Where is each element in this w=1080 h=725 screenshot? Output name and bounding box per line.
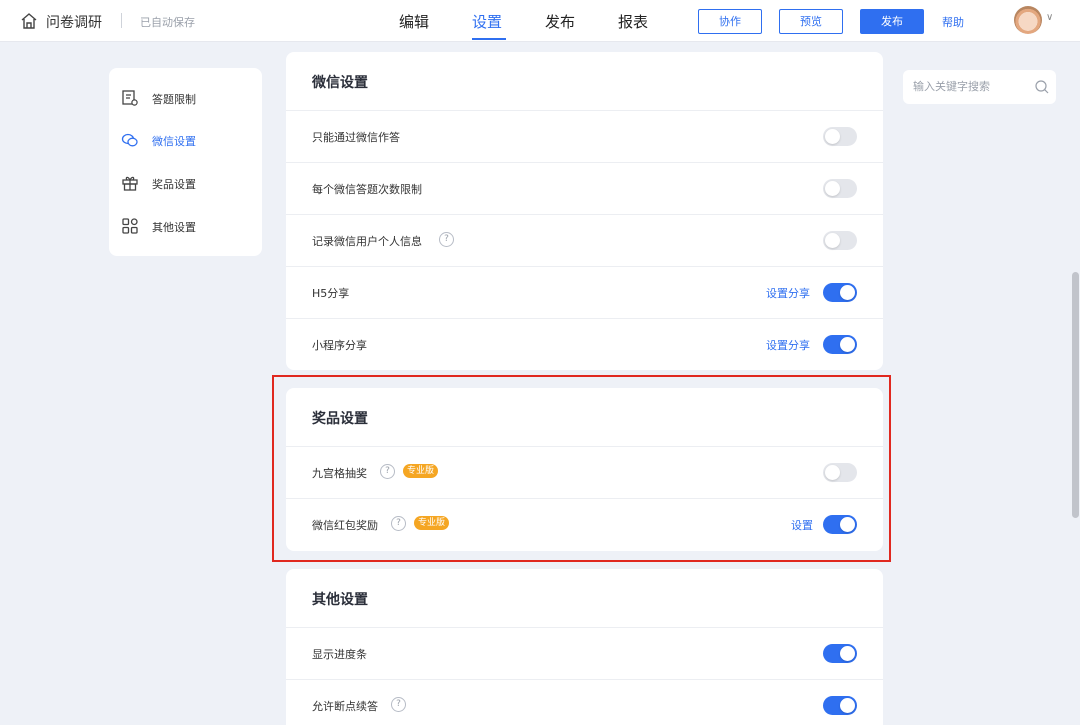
help-icon[interactable]: ? bbox=[391, 516, 406, 531]
miniprogram-share-toggle[interactable] bbox=[823, 335, 857, 354]
list-item: 小程序分享 设置分享 bbox=[286, 318, 883, 370]
search-icon[interactable] bbox=[1035, 80, 1049, 94]
document-settings-icon bbox=[122, 90, 138, 106]
list-item: 显示进度条 bbox=[286, 627, 883, 679]
header-divider bbox=[121, 13, 122, 28]
red-packet-toggle[interactable] bbox=[823, 515, 857, 534]
preview-button[interactable]: 预览 bbox=[779, 9, 843, 34]
sidebar-item-label: 微信设置 bbox=[152, 135, 196, 148]
list-item: 九宫格抽奖 ? 专业版 bbox=[286, 446, 883, 498]
wechat-only-toggle[interactable] bbox=[823, 127, 857, 146]
prize-settings-card: 奖品设置 九宫格抽奖 ? 专业版 微信红包奖励 ? 专业版 设置 bbox=[286, 388, 883, 551]
sidebar-item-prize[interactable]: 奖品设置 bbox=[109, 168, 262, 198]
collaborate-button[interactable]: 协作 bbox=[698, 9, 762, 34]
tab-report[interactable]: 报表 bbox=[618, 11, 648, 32]
h5-share-toggle[interactable] bbox=[823, 283, 857, 302]
app-title: 问卷调研 bbox=[46, 15, 102, 31]
search-input[interactable] bbox=[913, 78, 1023, 96]
section-title: 其他设置 bbox=[312, 592, 368, 608]
resume-answer-toggle[interactable] bbox=[823, 696, 857, 715]
setting-label: H5分享 bbox=[312, 287, 350, 300]
settings-sidebar: 答题限制 微信设置 奖品设置 其他设置 bbox=[109, 68, 262, 256]
sidebar-item-label: 其他设置 bbox=[152, 221, 196, 234]
setting-label: 显示进度条 bbox=[312, 648, 367, 661]
setting-label: 小程序分享 bbox=[312, 339, 367, 352]
progress-bar-toggle[interactable] bbox=[823, 644, 857, 663]
list-item: 记录微信用户个人信息 ? bbox=[286, 214, 883, 266]
setting-label: 记录微信用户个人信息 bbox=[312, 235, 422, 248]
sidebar-item-wechat[interactable]: 微信设置 bbox=[109, 125, 262, 155]
pro-badge: 专业版 bbox=[414, 516, 450, 530]
scrollbar-thumb[interactable] bbox=[1072, 272, 1079, 518]
active-tab-underline bbox=[472, 38, 506, 40]
gift-icon bbox=[122, 176, 138, 191]
help-link[interactable]: 帮助 bbox=[942, 14, 964, 30]
setting-label: 九宫格抽奖 bbox=[312, 467, 367, 480]
h5-share-settings-link[interactable]: 设置分享 bbox=[766, 285, 810, 301]
tab-edit[interactable]: 编辑 bbox=[399, 11, 429, 32]
list-item: H5分享 设置分享 bbox=[286, 266, 883, 318]
setting-label: 微信红包奖励 bbox=[312, 519, 378, 532]
help-icon[interactable]: ? bbox=[380, 464, 395, 479]
miniprogram-share-settings-link[interactable]: 设置分享 bbox=[766, 337, 810, 353]
settings-search bbox=[903, 70, 1056, 104]
tab-settings[interactable]: 设置 bbox=[472, 11, 502, 32]
publish-button[interactable]: 发布 bbox=[860, 9, 924, 34]
wechat-icon bbox=[121, 133, 138, 147]
grid-icon bbox=[122, 218, 138, 234]
wechat-answer-limit-toggle[interactable] bbox=[823, 179, 857, 198]
help-icon[interactable]: ? bbox=[391, 697, 406, 712]
setting-label: 每个微信答题次数限制 bbox=[312, 183, 422, 196]
autosave-status: 已自动保存 bbox=[140, 16, 195, 29]
section-title: 奖品设置 bbox=[312, 411, 368, 427]
record-user-info-toggle[interactable] bbox=[823, 231, 857, 250]
home-icon[interactable] bbox=[20, 12, 38, 30]
section-title: 微信设置 bbox=[312, 75, 368, 91]
pro-badge: 专业版 bbox=[403, 464, 439, 478]
red-packet-settings-link[interactable]: 设置 bbox=[791, 517, 813, 533]
chevron-down-icon[interactable]: ∨ bbox=[1046, 12, 1053, 23]
other-settings-card: 其他设置 显示进度条 允许断点续答 ? bbox=[286, 569, 883, 725]
setting-label: 允许断点续答 bbox=[312, 700, 378, 713]
list-item: 每个微信答题次数限制 bbox=[286, 162, 883, 214]
lottery-grid-toggle[interactable] bbox=[823, 463, 857, 482]
wechat-settings-card: 微信设置 只能通过微信作答 每个微信答题次数限制 记录微信用户个人信息 ? H5… bbox=[286, 52, 883, 370]
avatar[interactable] bbox=[1014, 6, 1042, 34]
help-icon[interactable]: ? bbox=[439, 232, 454, 247]
list-item: 允许断点续答 ? bbox=[286, 679, 883, 725]
sidebar-item-answer-limit[interactable]: 答题限制 bbox=[109, 83, 262, 113]
sidebar-item-label: 奖品设置 bbox=[152, 178, 196, 191]
sidebar-item-label: 答题限制 bbox=[152, 93, 196, 106]
list-item: 微信红包奖励 ? 专业版 设置 bbox=[286, 498, 883, 550]
list-item: 只能通过微信作答 bbox=[286, 110, 883, 162]
tab-publish[interactable]: 发布 bbox=[545, 11, 575, 32]
sidebar-item-other[interactable]: 其他设置 bbox=[109, 211, 262, 241]
top-header: 问卷调研 已自动保存 编辑 设置 发布 报表 协作 预览 发布 帮助 ∨ bbox=[0, 0, 1080, 42]
setting-label: 只能通过微信作答 bbox=[312, 131, 400, 144]
